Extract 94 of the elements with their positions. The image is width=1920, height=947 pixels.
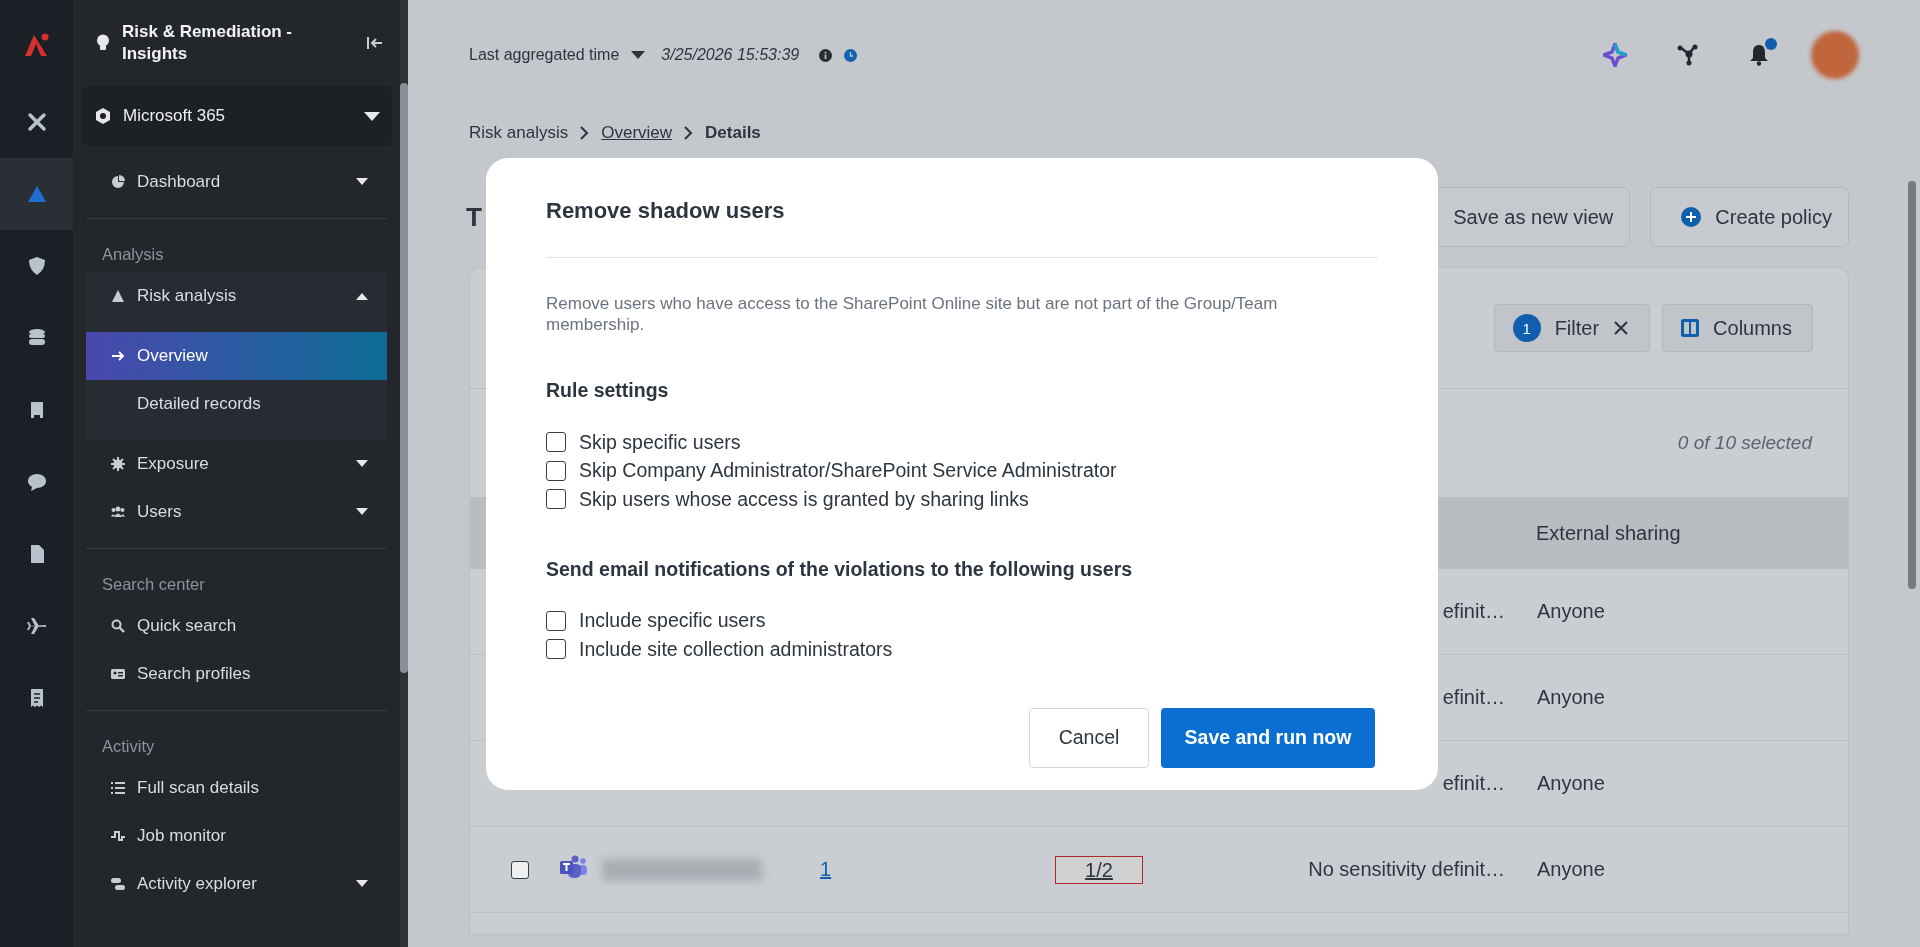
- checkbox-label[interactable]: Include site collection administrators: [579, 637, 893, 661]
- pills-icon: [111, 877, 125, 891]
- checkbox[interactable]: [546, 610, 566, 631]
- id-card-icon: [111, 667, 125, 681]
- columns-button[interactable]: Columns: [1662, 304, 1813, 352]
- nav-item[interactable]: Users: [86, 488, 387, 536]
- table-cell: efinit…: [1442, 686, 1505, 708]
- section-heading: Send email notifications of the violations to the following users: [546, 557, 1134, 581]
- shield-icon: [26, 256, 47, 276]
- collapse-icon[interactable]: [367, 36, 383, 50]
- caret-icon[interactable]: [355, 508, 369, 516]
- teams-icon: [560, 855, 588, 879]
- pulse-icon: [111, 829, 125, 843]
- aggregated-time: 3/25/2026 15:53:39: [661, 46, 800, 64]
- filter-button[interactable]: 1 Filter: [1493, 304, 1651, 352]
- share-icon[interactable]: [1677, 44, 1699, 66]
- nav-item[interactable]: Risk analysis: [86, 272, 387, 320]
- aggregated-time-label: Last aggregated time: [469, 46, 620, 64]
- section-heading: Rule settings: [546, 379, 670, 402]
- checkbox-label[interactable]: Skip Company Administrator/SharePoint Service Administrator: [579, 459, 1117, 483]
- breadcrumb-link[interactable]: Overview: [601, 123, 673, 143]
- plus-circle-icon: [1681, 207, 1702, 227]
- chevron-icon: [684, 126, 694, 140]
- dialog-title: Remove shadow users: [546, 198, 1378, 258]
- page-title: T: [466, 201, 482, 233]
- column-header[interactable]: External sharing: [1536, 521, 1681, 545]
- scrollbar-thumb[interactable]: [1908, 181, 1916, 589]
- sparkle-logo-icon[interactable]: [1603, 43, 1627, 67]
- checkbox-label[interactable]: Skip specific users: [579, 430, 741, 454]
- dialog-description: Remove users who have access to the SharePoint Online site but are not part of the Group/Team membership.: [546, 293, 1279, 335]
- columns-icon: [1681, 319, 1700, 337]
- product-selector[interactable]: Microsoft 365: [81, 86, 392, 146]
- warning-icon: [111, 289, 125, 303]
- action-button[interactable]: Create policy: [1650, 187, 1849, 247]
- table-cell: No sensitivity definit…: [1308, 858, 1505, 880]
- nav-item[interactable]: Activity explorer: [86, 860, 387, 908]
- checkbox[interactable]: [511, 860, 529, 879]
- table-cell: Anyone: [1537, 772, 1605, 794]
- section-heading: Activity: [101, 736, 156, 757]
- nav-item[interactable]: Exposure: [86, 440, 387, 488]
- nav-item[interactable]: Search profiles: [86, 650, 387, 698]
- arrow-icon: [111, 350, 125, 362]
- info-icon[interactable]: [819, 48, 833, 62]
- caret-icon[interactable]: [631, 51, 646, 59]
- nav-item[interactable]: Full scan details: [86, 764, 387, 812]
- chevron-icon: [580, 126, 590, 140]
- caret-icon[interactable]: [355, 178, 369, 186]
- nav-item[interactable]: Job monitor: [86, 812, 387, 860]
- app-title: Risk & Remediation - Insights: [122, 21, 294, 65]
- nav-item[interactable]: Quick search: [86, 602, 387, 650]
- table-cell: Anyone: [1537, 600, 1605, 622]
- database-icon: [26, 328, 47, 348]
- caret-icon[interactable]: [355, 292, 369, 300]
- primary-button[interactable]: Save and run now: [1161, 707, 1375, 768]
- ratio-link[interactable]: 1/2: [1055, 855, 1143, 884]
- table-cell: efinit…: [1442, 600, 1505, 622]
- count-link[interactable]: 1: [820, 858, 832, 880]
- table-cell: efinit…: [1442, 772, 1505, 794]
- checkbox[interactable]: [546, 639, 566, 660]
- caret-icon[interactable]: [355, 880, 369, 888]
- caret-icon[interactable]: [355, 460, 369, 468]
- table-cell: Anyone: [1537, 686, 1605, 708]
- bell-icon[interactable]: [1749, 44, 1769, 66]
- checkbox[interactable]: [546, 460, 566, 481]
- section-heading: Search center: [101, 574, 206, 595]
- checkbox-label[interactable]: Include specific users: [579, 609, 766, 633]
- selection-count: 0 of 10 selected: [1677, 432, 1812, 454]
- checkbox-label[interactable]: Skip users whose access is granted by sharing links: [579, 487, 1029, 511]
- breadcrumb-current: Details: [705, 123, 761, 143]
- section-heading: Analysis: [101, 244, 165, 265]
- logo-icon[interactable]: [22, 32, 51, 58]
- chat-icon: [26, 472, 47, 492]
- close-icon[interactable]: [1613, 320, 1630, 336]
- scrollbar-thumb[interactable]: [400, 83, 408, 673]
- list-icon: [111, 781, 125, 795]
- users-icon: [111, 505, 125, 519]
- search-icon: [111, 619, 125, 633]
- table-cell: Anyone: [1537, 858, 1605, 880]
- nav-item[interactable]: Dashboard: [86, 158, 387, 206]
- warning-icon: [26, 184, 47, 204]
- nav-item[interactable]: Detailed records: [86, 380, 387, 428]
- filter-count: 1: [1512, 314, 1541, 342]
- hexagon-icon: [95, 108, 111, 124]
- lightbulb-icon: [96, 34, 110, 52]
- caret-icon: [364, 111, 380, 121]
- breadcrumb-item[interactable]: Risk analysis: [469, 123, 569, 143]
- nav-item[interactable]: Overview: [86, 332, 387, 380]
- checkbox[interactable]: [546, 489, 566, 510]
- checkbox[interactable]: [546, 432, 566, 453]
- pie-chart-icon: [111, 175, 125, 189]
- plane-icon: [26, 616, 47, 636]
- gear-icon: [111, 457, 125, 471]
- clock-icon[interactable]: [844, 48, 858, 62]
- secondary-button[interactable]: Cancel: [1029, 707, 1149, 768]
